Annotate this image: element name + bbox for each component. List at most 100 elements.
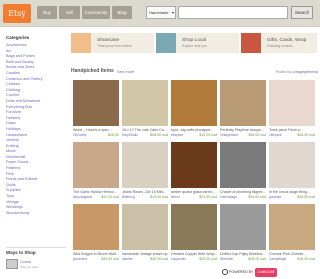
search-input[interactable] [178,6,288,19]
ways-colors-label: Colors [20,260,31,264]
item-title[interactable]: Twee piece Pinch p... [269,128,315,132]
curator-credit: Picked by cottagegirlthread [276,70,318,74]
curator-link[interactable]: cottagegirlthread [292,70,318,74]
ring-icon [222,269,228,276]
promo-gifts-image [241,33,261,53]
item-image[interactable] [122,80,168,126]
item-image[interactable] [171,204,217,250]
category-select[interactable]: Handmade ▾ [146,6,176,19]
item-image[interactable] [122,142,168,188]
promo-gifts[interactable]: Gifts, Cards, Wrap Finishing touches [241,33,317,53]
promo-showcase-sub: Treat yours from sellers [97,44,132,48]
chevron-down-icon: ▾ [171,10,174,15]
item-image[interactable] [171,80,217,126]
category-select-value: Handmade [149,10,169,15]
watermark-brand: CraftGOAT [255,268,278,277]
item-price: $41.00 usd [101,195,119,199]
item-image[interactable] [73,204,119,250]
item-title[interactable]: spot...big coffe pineappe... [171,128,217,132]
item-card[interactable]: amber quartz glass earrin... lebrun $24.50… [171,142,217,199]
etsy-logo[interactable]: Etsy [3,4,31,23]
item-price: $34.00 usd [101,257,119,261]
sidebar-category-item[interactable]: Woodworking [6,211,66,217]
item-image[interactable] [220,204,266,250]
item-title[interactable]: Perfectly Playtime aroupe... [220,128,266,132]
item-image[interactable] [220,80,266,126]
item-image[interactable] [269,80,315,126]
promo-shop-local[interactable]: Shop Local Explore near you [156,33,239,53]
nav-sell[interactable]: Sell [59,6,80,19]
item-price: $36.00 usd [248,133,266,137]
item-price: $19.00 usd [199,133,217,137]
top-bar: Etsy Buy Sell Community Blog Handmade ▾ … [0,0,320,27]
item-card[interactable]: Ornated Copper Wire Wrap... copperden $30.… [171,204,217,261]
item-image[interactable] [73,142,119,188]
sidebar-title: Categories [6,35,30,40]
item-card[interactable]: Wone....Hush's a spec... OhLovely $28.00 [73,80,119,137]
item-image[interactable] [122,204,168,250]
item-title[interactable]: In the circus stage thing... [269,190,315,194]
item-title[interactable]: Jeans Roses -15x 19 Mini... [122,190,168,194]
color-swatch-icon [6,259,18,269]
item-card[interactable]: Jeans Roses -15x 19 Mini... Bitterbug $19.… [122,142,168,199]
ways-to-shop: Ways to Shop Colors Shop by color [6,247,66,269]
item-price: $28.00 usd [297,133,315,137]
promo-showcase-image [71,33,91,53]
item-price: $30.00 usd [199,257,217,261]
item-image[interactable] [171,142,217,188]
item-card[interactable]: Twee piece Pinch p... Littlepink $28.00 us… [269,80,315,137]
item-card[interactable]: Perfectly Playtime aroupe... Vintagemaid $… [220,80,266,137]
item-card[interactable]: Chrome Pink Cheese... CampMagik $18.00 usd [269,204,315,261]
item-title[interactable]: Wild Dragon in Bloom Wall... [73,252,119,256]
item-image[interactable] [220,142,266,188]
item-price: $28.00 usd [150,133,168,137]
ways-colors-sub: Shop by color [20,265,39,269]
item-image[interactable] [73,80,119,126]
promo-showcase[interactable]: Showcase Treat yours from sellers [71,33,154,53]
category-list: Accessories Art Bags and Purses Bath and Be… [6,43,66,216]
promo-showcase-title: Showcase [97,38,120,43]
promo-shop-local-sub: Explore near you [182,44,207,48]
nav-buy[interactable]: Buy [37,6,57,19]
item-card[interactable]: Dotted Cap Pajiry Bobbins... Wrenville $28… [220,204,266,261]
item-price: $34.00 usd [248,195,266,199]
item-card[interactable]: Wild Dragon in Bloom Wall... goodmind $34.… [73,204,119,261]
item-image[interactable] [269,142,315,188]
nav-blog[interactable]: Blog [112,6,132,19]
handpicked-title: Handpicked Items [71,68,114,74]
watermark: POWERED BY CraftGOAT [222,268,318,277]
item-card[interactable]: spot...big coffe pineappe... bespoke $19.0… [171,80,217,137]
nav-community[interactable]: Community [82,6,110,19]
search-bar: Handmade ▾ Search [146,6,314,19]
search-button[interactable]: Search [291,6,313,19]
item-card[interactable]: 15 x 17 The cute Cake Ca... HarpStudio $28… [122,80,168,137]
item-title[interactable]: handmade vintage cream up... [122,252,168,256]
item-price: $28.00 usd [297,195,315,199]
category-sidebar: Categories Accessories Art Bags and Purses… [6,35,66,216]
item-price: $19.00 usd [150,195,168,199]
item-price: $28.00 usd [248,257,266,261]
item-card[interactable]: In the circus stage thing... goodeye $28.0… [269,142,315,199]
item-title[interactable]: Dotted Cap Pajiry Bobbins... [220,252,266,256]
ways-to-shop-title: Ways to Shop [6,247,66,255]
item-card[interactable]: Chapel of plumbing filigree... rosecottag… [220,142,266,199]
item-card[interactable]: The Garlic Hollow Heirloo... theyoungdoor… [73,142,119,199]
item-price: $24.50 usd [199,195,217,199]
item-image[interactable] [269,204,315,250]
item-title[interactable]: amber quartz glass earrin... [171,190,217,194]
item-title[interactable]: Ornated Copper Wire Wrap... [171,252,217,256]
item-title[interactable]: 15 x 17 The cute Cake Ca... [122,128,168,132]
watermark-text: POWERED BY [229,270,254,274]
item-price: $30.00 usd [150,257,168,261]
item-title[interactable]: Wone....Hush's a spec... [73,128,119,132]
promo-shop-local-image [156,33,176,53]
see-more-link[interactable]: See more [117,69,134,74]
item-title[interactable]: Chapel of plumbing filigree... [220,190,266,194]
item-card[interactable]: handmade vintage cream up... oldolive $30.… [122,204,168,261]
promo-gifts-sub: Finishing touches [267,44,293,48]
item-title[interactable]: The Garlic Hollow Heirloo... [73,190,119,194]
ways-colors-link[interactable]: Colors Shop by color [6,259,66,269]
item-title[interactable]: Chrome Pink Cheese... [269,252,315,256]
promo-shop-local-title: Shop Local [182,38,207,43]
item-price: $18.00 usd [297,257,315,261]
